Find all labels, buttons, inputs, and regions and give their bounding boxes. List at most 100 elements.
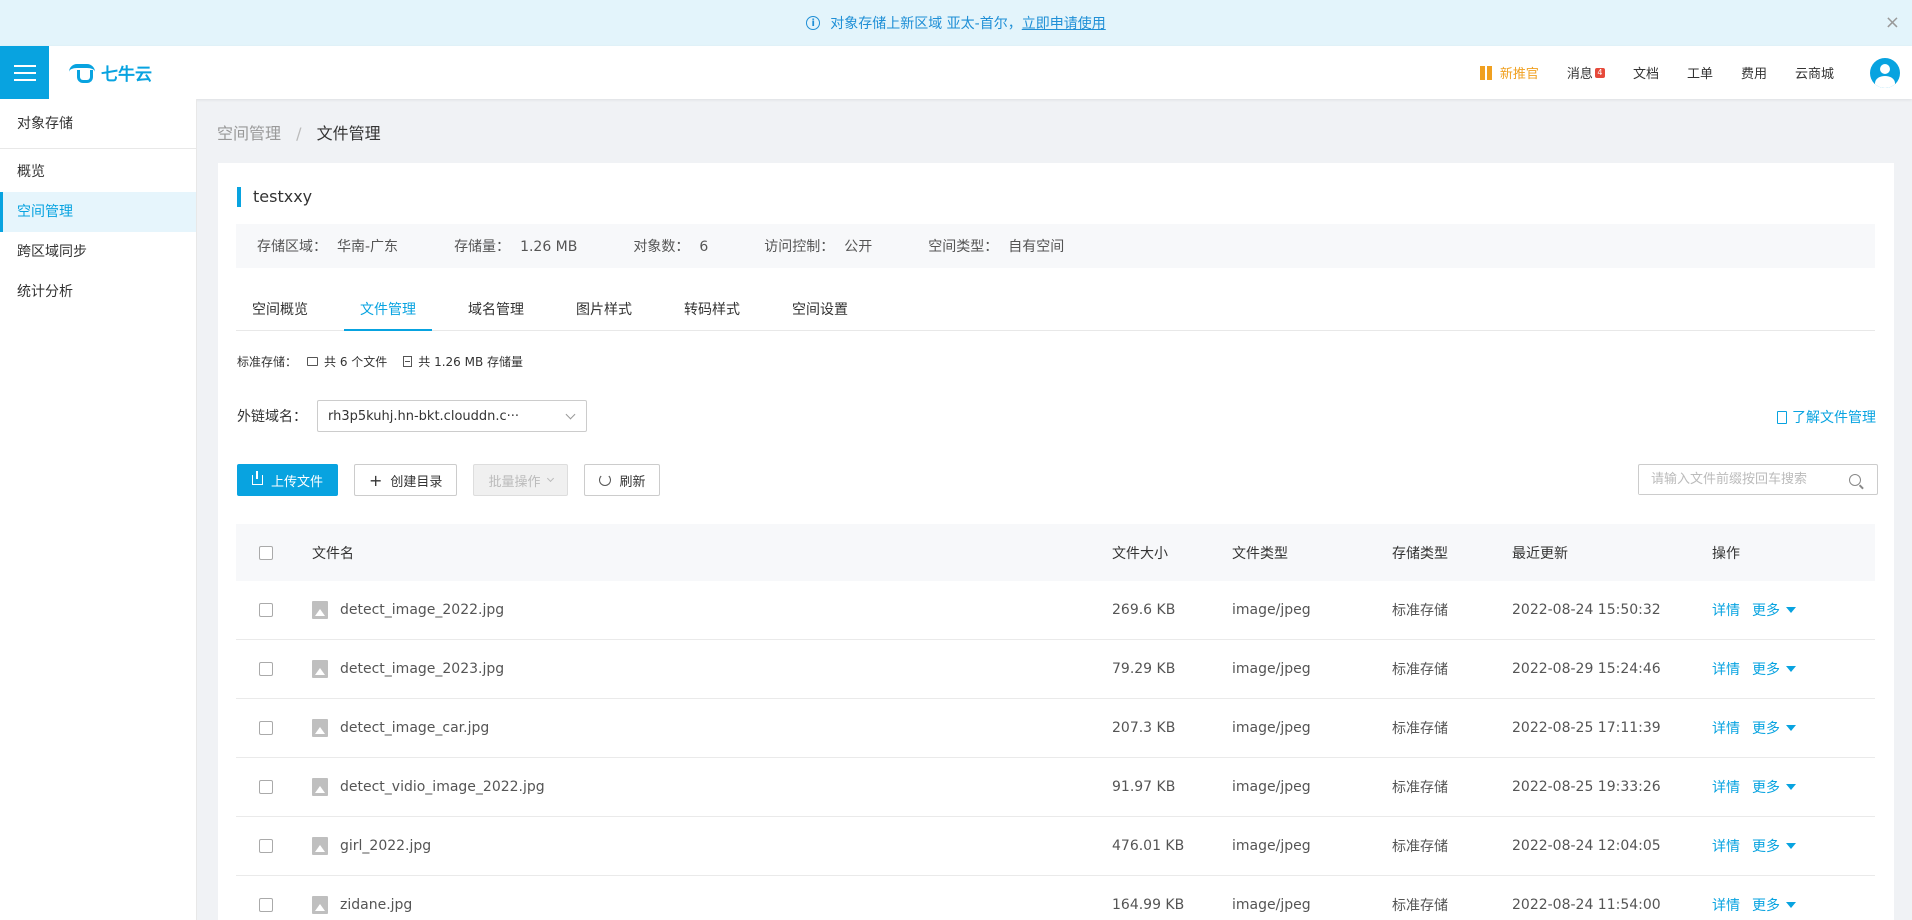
- upload-label: 上传文件: [271, 474, 324, 490]
- breadcrumb: 空间管理 / 文件管理: [217, 120, 381, 144]
- refresh-button[interactable]: 刷新: [584, 464, 661, 496]
- file-type: image/jpeg: [1232, 838, 1311, 854]
- more-dropdown[interactable]: 更多: [1752, 836, 1796, 856]
- create-directory-button[interactable]: + 创建目录: [354, 464, 458, 496]
- file-updated: 2022-08-25 17:11:39: [1512, 720, 1661, 736]
- file-size: 207.3 KB: [1112, 720, 1176, 736]
- sidebar-item-buckets[interactable]: 空间管理: [0, 192, 196, 232]
- row-checkbox[interactable]: [259, 839, 273, 853]
- file-updated: 2022-08-24 11:54:00: [1512, 897, 1661, 913]
- detail-link[interactable]: 详情: [1712, 600, 1740, 620]
- file-name[interactable]: detect_image_2022.jpg: [340, 602, 504, 618]
- row-checkbox[interactable]: [259, 603, 273, 617]
- docs-link[interactable]: 文档: [1633, 63, 1659, 82]
- detail-link[interactable]: 详情: [1712, 777, 1740, 797]
- file-size: 164.99 KB: [1112, 897, 1185, 913]
- more-dropdown[interactable]: 更多: [1752, 777, 1796, 797]
- hamburger-menu-button[interactable]: [0, 46, 49, 99]
- more-dropdown[interactable]: 更多: [1752, 895, 1796, 915]
- domain-label: 外链域名：: [237, 409, 307, 425]
- info-label: 存储区域：: [257, 239, 327, 255]
- file-name[interactable]: zidane.jpg: [340, 897, 412, 913]
- upload-icon: [252, 471, 263, 485]
- file-name[interactable]: detect_vidio_image_2022.jpg: [340, 779, 545, 795]
- domain-select[interactable]: rh3p5kuhj.hn-bkt.clouddn.c···: [317, 400, 587, 432]
- breadcrumb-parent[interactable]: 空间管理: [217, 124, 281, 143]
- info-value: 华南-广东: [337, 239, 399, 255]
- plus-icon: +: [369, 470, 383, 490]
- row-checkbox[interactable]: [259, 662, 273, 676]
- notice-apply-link[interactable]: 立即申请使用: [1022, 13, 1106, 33]
- file-name[interactable]: detect_image_car.jpg: [340, 720, 489, 736]
- chevron-down-icon: [547, 474, 555, 483]
- upload-button[interactable]: 上传文件: [237, 464, 339, 496]
- learn-file-management-link[interactable]: 了解文件管理: [1777, 407, 1876, 427]
- row-name-cell: detect_image_2023.jpg: [312, 660, 1112, 678]
- row-name-cell: detect_image_car.jpg: [312, 719, 1112, 737]
- select-all-checkbox[interactable]: [259, 545, 273, 560]
- row-checkbox[interactable]: [259, 780, 273, 794]
- more-dropdown[interactable]: 更多: [1752, 718, 1796, 738]
- file-name[interactable]: girl_2022.jpg: [340, 838, 431, 854]
- more-dropdown[interactable]: 更多: [1752, 659, 1796, 679]
- message-badge: 4: [1594, 67, 1605, 78]
- sidebar-item-statistics[interactable]: 统计分析: [0, 272, 196, 312]
- detail-link[interactable]: 详情: [1712, 718, 1740, 738]
- info-object-count: 对象数： 6: [633, 236, 708, 256]
- file-type: image/jpeg: [1232, 720, 1311, 736]
- top-header: 七牛云 新推官 消息 4 文档 工单 费用 云商城: [0, 46, 1912, 99]
- tab-file-management[interactable]: 文件管理: [344, 289, 432, 331]
- file-storage-class: 标准存储: [1392, 662, 1448, 678]
- info-access-control: 访问控制： 公开: [764, 236, 872, 256]
- table-row: zidane.jpg 164.99 KB image/jpeg 标准存储 202…: [236, 876, 1875, 920]
- bucket-tabs: 空间概览 文件管理 域名管理 图片样式 转码样式 空间设置: [236, 289, 1875, 331]
- document-icon: [1777, 410, 1787, 424]
- close-icon[interactable]: ×: [1885, 12, 1900, 33]
- messages-link[interactable]: 消息 4: [1567, 63, 1605, 82]
- tickets-link[interactable]: 工单: [1687, 63, 1713, 82]
- tab-domains[interactable]: 域名管理: [452, 289, 540, 331]
- row-ops: 详情 更多: [1712, 895, 1875, 915]
- search-input[interactable]: [1639, 465, 1849, 494]
- detail-link[interactable]: 详情: [1712, 895, 1740, 915]
- avatar[interactable]: [1870, 57, 1900, 88]
- image-file-icon: [312, 660, 328, 678]
- info-storage: 存储量： 1.26 MB: [454, 236, 577, 256]
- header-check-cell: [236, 545, 312, 560]
- row-checkbox[interactable]: [259, 721, 273, 735]
- sidebar-item-overview[interactable]: 概览: [0, 152, 196, 192]
- file-size: 91.97 KB: [1112, 779, 1176, 795]
- marketplace-link[interactable]: 云商城: [1795, 63, 1834, 82]
- tab-image-styles[interactable]: 图片样式: [560, 289, 648, 331]
- logo-icon: [69, 63, 97, 83]
- learn-link-label: 了解文件管理: [1792, 410, 1876, 426]
- more-label: 更多: [1752, 780, 1780, 796]
- promo-link[interactable]: 新推官: [1479, 63, 1539, 82]
- file-storage-class: 标准存储: [1392, 603, 1448, 619]
- row-checkbox[interactable]: [259, 898, 273, 912]
- batch-operations-button[interactable]: 批量操作: [473, 464, 569, 496]
- file-updated: 2022-08-25 19:33:26: [1512, 779, 1661, 795]
- more-dropdown[interactable]: 更多: [1752, 600, 1796, 620]
- storage-icon: [403, 356, 413, 367]
- table-row: detect_image_car.jpg 207.3 KB image/jpeg…: [236, 699, 1875, 758]
- file-updated: 2022-08-29 15:24:46: [1512, 661, 1661, 677]
- logo[interactable]: 七牛云: [69, 60, 152, 85]
- row-ops: 详情 更多: [1712, 777, 1875, 797]
- tab-settings[interactable]: 空间设置: [776, 289, 864, 331]
- refresh-icon: [599, 474, 612, 486]
- table-row: detect_image_2022.jpg 269.6 KB image/jpe…: [236, 581, 1875, 640]
- domain-value: rh3p5kuhj.hn-bkt.clouddn.c···: [328, 408, 520, 424]
- tab-overview[interactable]: 空间概览: [236, 289, 324, 331]
- sidebar-item-cross-region-sync[interactable]: 跨区域同步: [0, 232, 196, 272]
- file-name[interactable]: detect_image_2023.jpg: [340, 661, 504, 677]
- detail-link[interactable]: 详情: [1712, 836, 1740, 856]
- detail-link[interactable]: 详情: [1712, 659, 1740, 679]
- messages-label: 消息: [1566, 67, 1593, 82]
- gift-icon: [1479, 65, 1492, 80]
- tab-transcode-styles[interactable]: 转码样式: [668, 289, 756, 331]
- search-icon[interactable]: [1849, 473, 1861, 486]
- sidebar-group-title[interactable]: 对象存储: [0, 99, 196, 149]
- billing-link[interactable]: 费用: [1741, 63, 1767, 82]
- more-label: 更多: [1752, 721, 1780, 737]
